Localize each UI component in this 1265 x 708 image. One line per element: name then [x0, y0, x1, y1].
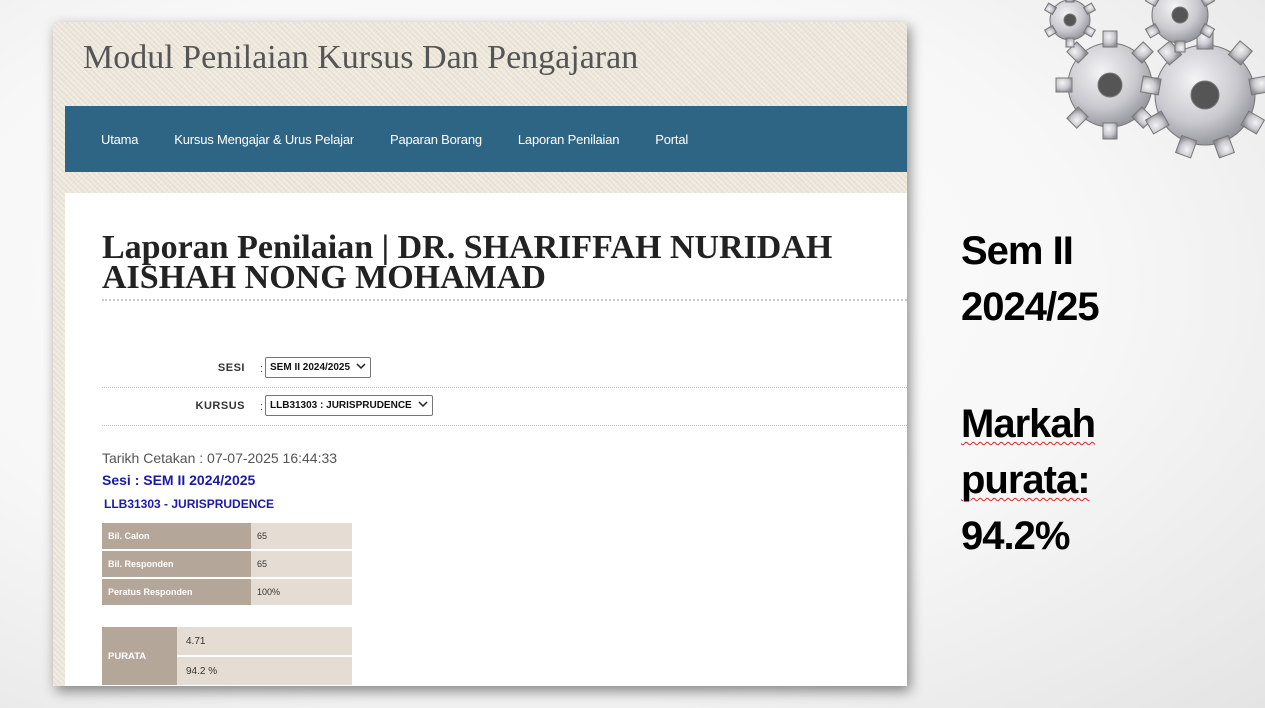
purata-score: 4.71: [177, 627, 352, 655]
sesi-heading: Sesi : SEM II 2024/2025: [102, 472, 256, 488]
page-title: Laporan Penilaian | DR. SHARIFFAH NURIDA…: [102, 231, 907, 301]
main-navbar: Utama Kursus Mengajar & Urus Pelajar Pap…: [65, 106, 907, 172]
purata-table: PURATA 4.71 94.2 %: [102, 625, 352, 686]
course-heading: LLB31303 - JURISPRUDENCE: [104, 497, 275, 511]
nav-item-utama[interactable]: Utama: [101, 132, 138, 147]
average-score-value: 94.2%: [961, 514, 1070, 558]
site-title: Modul Penilaian Kursus Dan Pengajaran: [83, 39, 639, 76]
stat-value: 100%: [251, 579, 352, 605]
respondent-stats-table: Bil. Calon 65 Bil. Responden 65 Peratus …: [102, 521, 352, 607]
kursus-label: KURSUS: [195, 400, 245, 412]
print-date: Tarikh Cetakan : 07-07-2025 16:44:33: [102, 450, 338, 466]
sesi-select-value: SEM II 2024/2025: [270, 362, 351, 373]
table-row: Peratus Responden 100%: [102, 579, 352, 605]
average-score-annotation: Markah purata: 94.2%: [961, 396, 1096, 564]
sesi-row: SESI : SEM II 2024/2025: [102, 350, 907, 388]
semester-line: Sem II: [961, 229, 1074, 273]
chevron-down-icon: [356, 363, 366, 370]
sesi-colon: :: [260, 363, 264, 375]
semester-year-line: 2024/25: [961, 285, 1100, 329]
table-row: Bil. Responden 65: [102, 551, 352, 577]
website-screenshot: Modul Penilaian Kursus Dan Pengajaran Ut…: [53, 22, 907, 686]
sesi-label: SESI: [217, 362, 245, 374]
semester-annotation: Sem II 2024/25: [961, 223, 1100, 335]
nav-item-portal[interactable]: Portal: [655, 132, 688, 147]
sesi-select[interactable]: SEM II 2024/2025: [265, 357, 372, 378]
stat-label: Bil. Calon: [102, 523, 251, 549]
table-row: Bil. Calon 65: [102, 523, 352, 549]
chevron-down-icon: [418, 401, 428, 408]
nav-item-paparan-borang[interactable]: Paparan Borang: [390, 132, 482, 147]
purata-percent: 94.2 %: [177, 657, 352, 685]
kursus-select[interactable]: LLB31303 : JURISPRUDENCE: [265, 395, 433, 416]
markah-word: Markah: [961, 402, 1096, 446]
kursus-colon: :: [260, 401, 264, 413]
kursus-row: KURSUS : LLB31303 : JURISPRUDENCE: [102, 388, 907, 426]
stat-value: 65: [251, 551, 352, 577]
main-content: Laporan Penilaian | DR. SHARIFFAH NURIDA…: [65, 193, 907, 686]
table-row: PURATA 4.71: [102, 627, 352, 685]
stat-label: Peratus Responden: [102, 579, 251, 605]
purata-label: PURATA: [102, 627, 177, 685]
kursus-select-value: LLB31303 : JURISPRUDENCE: [270, 400, 412, 411]
gears-decoration: [1030, 0, 1265, 185]
stat-value: 65: [251, 523, 352, 549]
nav-item-laporan-penilaian[interactable]: Laporan Penilaian: [518, 132, 620, 147]
stat-label: Bil. Responden: [102, 551, 251, 577]
nav-item-kursus-mengajar[interactable]: Kursus Mengajar & Urus Pelajar: [174, 132, 354, 147]
purata-word: purata:: [961, 458, 1091, 502]
